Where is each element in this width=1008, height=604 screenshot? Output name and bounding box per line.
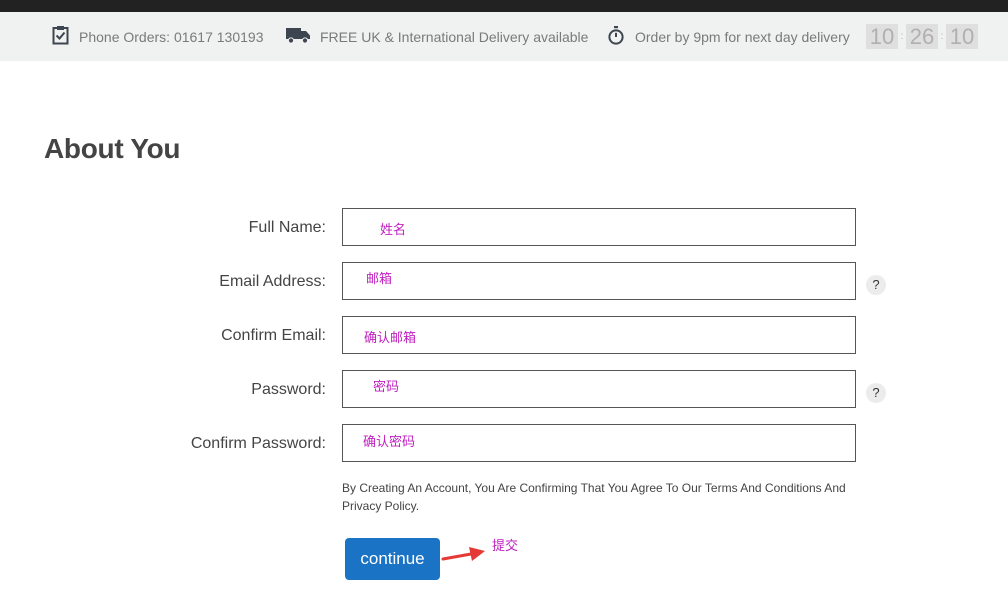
confirm-password-label: Confirm Password: (190, 435, 326, 452)
full-name-input[interactable]: 姓名 (342, 208, 856, 246)
timer-separator: : (940, 31, 944, 42)
confirm-password-input[interactable]: 确认密码 (342, 424, 856, 462)
confirm-password-annotation: 确认密码 (363, 435, 416, 450)
clipboard-check-icon (52, 25, 69, 48)
timer-hours: 10 (866, 24, 898, 49)
timer-minutes: 26 (906, 24, 938, 49)
info-bar: Phone Orders: 01617 130193 FREE UK & Int… (0, 12, 1008, 61)
confirm-email-annotation: 确认邮箱 (364, 331, 417, 346)
confirm-email-input[interactable]: 确认邮箱 (342, 316, 856, 354)
continue-button[interactable]: continue (345, 538, 440, 580)
truck-icon (286, 27, 310, 47)
red-arrow-icon (441, 547, 485, 561)
timer-seconds: 10 (946, 24, 978, 49)
terms-text: By Creating An Account, You Are Confirmi… (342, 481, 846, 513)
phone-orders-text: Phone Orders: 01617 130193 (79, 28, 264, 45)
countdown-timer: 10 : 26 : 10 (866, 24, 978, 49)
phone-orders: Phone Orders: 01617 130193 (52, 12, 263, 61)
password-annotation: 密码 (373, 380, 400, 395)
email-address-input[interactable]: 邮箱 (342, 262, 856, 300)
password-input[interactable]: 密码 (342, 370, 856, 408)
order-by-text: Order by 9pm for next day delivery (635, 28, 850, 45)
top-bar (0, 0, 1008, 12)
confirm-email-label: Confirm Email: (221, 327, 326, 344)
free-delivery-text: FREE UK & International Delivery availab… (320, 28, 589, 45)
email-address-annotation: 邮箱 (366, 272, 393, 287)
page-title: About You (44, 133, 181, 164)
password-help-icon[interactable]: ? (866, 383, 886, 403)
password-label: Password: (251, 381, 326, 398)
free-delivery: FREE UK & International Delivery availab… (286, 12, 588, 61)
email-address-label: Email Address: (219, 273, 326, 290)
submit-annotation: 提交 (492, 539, 519, 554)
timer-separator: : (900, 31, 904, 42)
full-name-label: Full Name: (248, 219, 326, 236)
stopwatch-icon (607, 25, 625, 48)
order-by: Order by 9pm for next day delivery (607, 12, 850, 61)
email-help-icon[interactable]: ? (866, 275, 886, 295)
full-name-annotation: 姓名 (380, 223, 407, 238)
